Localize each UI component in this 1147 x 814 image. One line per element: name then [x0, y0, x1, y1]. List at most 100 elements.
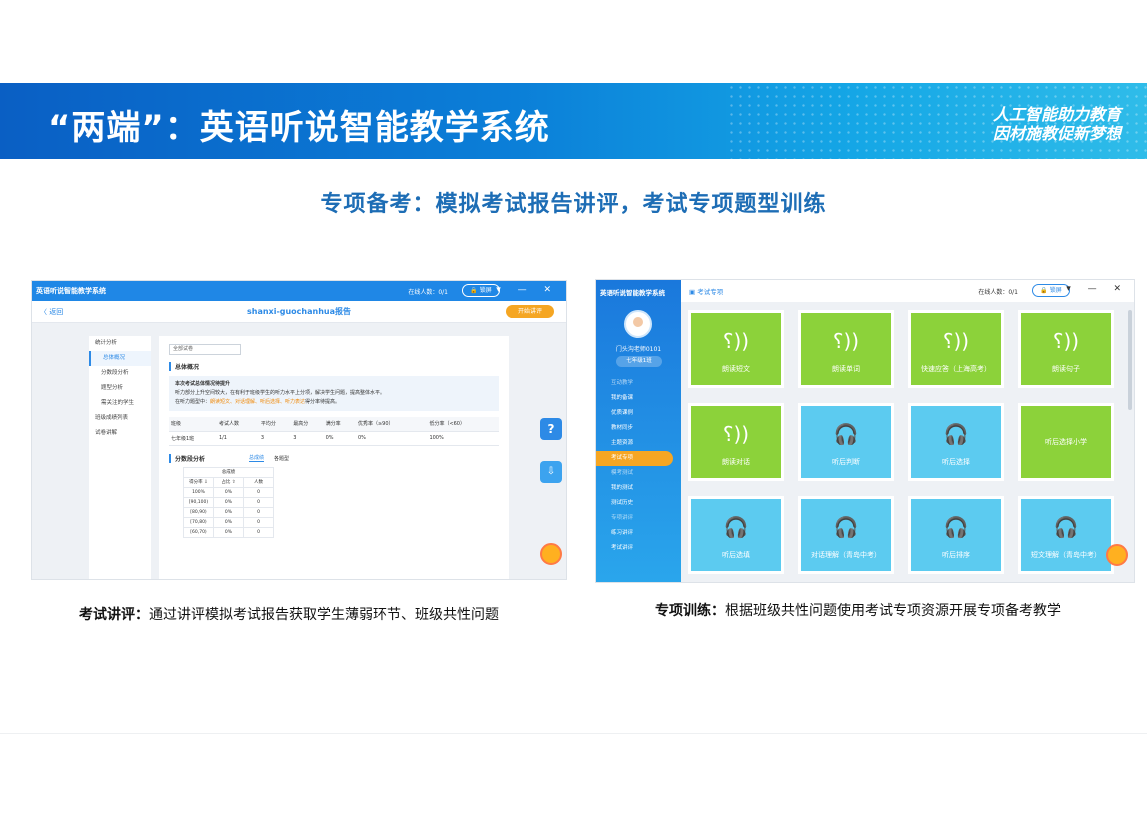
tile-label: 听后选择	[942, 458, 970, 466]
section-subtitle: 专项备考：模拟考试报告讲评，考试专项题型训练	[320, 192, 827, 217]
table-row: [80,90) 0% 0	[183, 506, 274, 518]
slogan-line-2: 因材施教促新梦想	[992, 124, 1121, 143]
lock-screen-button[interactable]: 🔒 锁屏	[1032, 284, 1070, 297]
slide-title: “两端”：英语听说智能教学系统	[48, 108, 550, 148]
app-sidebar: 英语听说智能教学系统 门头沟老师0101 七年级1班 互动教学我的备课 优质课例教…	[596, 280, 681, 582]
menu-group-label: 专项讲评	[611, 515, 634, 521]
table-header-row: 得分率 ⇩ 占比 ⇧ 人数	[183, 476, 274, 488]
exam-type-tile[interactable]: ⸮)) 朗读对话	[688, 403, 784, 481]
sidebar-item-class-scores[interactable]: 班级成绩列表	[89, 411, 151, 426]
tab-by-type[interactable]: 各题型	[274, 455, 289, 462]
start-review-button[interactable]: 开始讲评	[506, 305, 554, 318]
table-row: [70,80) 0% 0	[183, 516, 274, 528]
speak-icon: ⸮))	[832, 329, 860, 353]
table-row: [60,70) 0% 0	[183, 526, 274, 538]
title-banner: “两端”：英语听说智能教学系统 人工智能助力教育 因材施教促新梦想	[0, 83, 1147, 159]
exam-type-tile[interactable]: 🎧 对话理解（青岛中考）	[798, 496, 894, 574]
sidebar-item[interactable]: 练习讲评	[596, 526, 681, 541]
exam-type-tile[interactable]: 🎧 听后判断	[798, 403, 894, 481]
lock-screen-button[interactable]: 🔒 锁屏	[462, 284, 500, 297]
headphone-icon: 🎧	[723, 515, 749, 539]
score-band-table: 总成绩 得分率 ⇩ 占比 ⇧ 人数 100% 0% 0 [90,100) 0% 0 [80,…	[183, 466, 274, 538]
download-button[interactable]: ⇩	[540, 461, 562, 483]
sidebar-item-score-bands[interactable]: 分数段分析	[89, 366, 151, 381]
headphone-icon: 🎧	[833, 515, 859, 539]
sidebar-menu: 互动教学我的备课 优质课例 教材同步 主题资源 考试专项模考测试我的测试 测试历史专项讲评…	[596, 376, 681, 556]
sidebar-item-stats[interactable]: 统计分析	[89, 336, 151, 351]
slide: “两端”：英语听说智能教学系统 人工智能助力教育 因材施教促新梦想 专项备考：模…	[0, 0, 1147, 814]
class-selector[interactable]: 七年级1班	[616, 356, 662, 367]
exam-type-tile[interactable]: 🎧 短文理解（青岛中考）	[1018, 496, 1114, 574]
right-caption: 专项训练：根据班级共性问题使用考试专项资源开展专项备考教学	[655, 603, 1061, 619]
score-band-heading: 分数段分析	[169, 453, 205, 463]
sidebar-item-paper-review[interactable]: 试卷讲解	[89, 426, 151, 441]
exam-type-tile[interactable]: 🎧 听后选择	[908, 403, 1004, 481]
overview-line: 在听力题型中：朗读短文、对话理解、听后选择、听力表达得分率待提高。	[175, 399, 341, 405]
paper-filter-select[interactable]: 全部试卷	[169, 344, 241, 355]
menu-group-label: 模考测试	[611, 470, 634, 476]
window-controls[interactable]: ▾ — ✕	[1066, 284, 1128, 294]
online-count: 在线人数：0/1	[408, 289, 448, 296]
sidebar-item[interactable]: 我的测试	[596, 481, 681, 496]
sidebar-item[interactable]: 主题资源	[596, 436, 681, 451]
table-row: [90,100) 0% 0	[183, 496, 274, 508]
sidebar-item-question-types[interactable]: 题型分析	[89, 381, 151, 396]
sidebar-item-attention-students[interactable]: 需关注的学生	[89, 396, 151, 411]
sidebar-item-overview[interactable]: 总体概况	[89, 351, 151, 366]
tile-label: 听后排序	[942, 551, 970, 559]
exam-type-tile[interactable]: ⸮)) 朗读单词	[798, 310, 894, 388]
score-band-tabs: 分数段分析 总成绩 各题型	[169, 453, 499, 463]
stats-table: 班级 考试人数 平均分 最高分 满分率 优秀率（≥90） 低分率（<60） 七年级1班 1/1…	[169, 417, 499, 446]
tile-label: 朗读短文	[722, 365, 750, 373]
sidebar-item[interactable]: 教材同步	[596, 421, 681, 436]
tile-label: 朗读单词	[832, 365, 860, 373]
exam-type-tile[interactable]: 听后选择小学	[1018, 403, 1114, 481]
tile-label: 朗读句子	[1052, 365, 1080, 373]
slogan-line-1: 人工智能助力教育	[992, 105, 1121, 124]
sidebar-item[interactable]: 我的备课	[596, 391, 681, 406]
headphone-icon: 🎧	[1053, 515, 1079, 539]
mascot-icon[interactable]	[1106, 544, 1128, 566]
tile-label: 短文理解（青岛中考）	[1031, 551, 1101, 559]
left-caption: 考试讲评：通过讲评模拟考试报告获取学生薄弱环节、班级共性问题	[79, 607, 499, 623]
app-titlebar: 英语听说智能教学系统 在线人数：0/1 🔒 锁屏 ▾ — ✕	[32, 281, 566, 301]
speak-icon: ⸮))	[942, 329, 970, 353]
sidebar-item[interactable]: 优质课例	[596, 406, 681, 421]
exam-type-tile[interactable]: 🎧 听后选填	[688, 496, 784, 574]
speak-icon: ⸮))	[722, 329, 750, 353]
sidebar-item[interactable]: 测试历史	[596, 496, 681, 511]
teacher-name: 门头沟老师0101	[615, 346, 662, 353]
weak-items: 朗读短文、对话理解、听后选择、听力表达	[210, 399, 306, 405]
app-title: 英语听说智能教学系统	[36, 287, 106, 295]
sidebar-item[interactable]: 考试讲评	[596, 541, 681, 556]
window-controls[interactable]: ▾ — ✕	[496, 285, 558, 295]
breadcrumb: ▣ 考试专项	[689, 288, 724, 296]
mascot-icon[interactable]	[540, 543, 562, 565]
headphone-icon: 🎧	[943, 515, 969, 539]
lock-label: 锁屏	[1049, 287, 1062, 294]
app-titlebar: ▣ 考试专项 在线人数：0/1 🔒 锁屏 ▾ — ✕	[681, 280, 1134, 302]
exam-type-tile[interactable]: ⸮)) 朗读句子	[1018, 310, 1114, 388]
avatar[interactable]	[624, 310, 652, 338]
exam-type-tile[interactable]: ⸮)) 朗读短文	[688, 310, 784, 388]
help-button[interactable]: ?	[540, 418, 562, 440]
slogan: 人工智能助力教育 因材施教促新梦想	[993, 105, 1121, 143]
report-title: shanxi-guochanhua报告	[246, 307, 351, 316]
overview-box: 本次考试总体情况待提升 听力部分上升空间较大，在有利于班级学生的听力水平上分项，…	[169, 376, 499, 411]
tab-total[interactable]: 总成绩	[249, 454, 265, 462]
sidebar-item[interactable]: 考试专项	[596, 451, 673, 466]
tile-label: 对话理解（青岛中考）	[811, 551, 881, 559]
exam-type-tile[interactable]: ⸮)) 快速应答（上海高考）	[908, 310, 1004, 388]
overview-line: 听力部分上升空间较大，在有利于班级学生的听力水平上分项，解决学生问题，提高整体水…	[175, 390, 386, 396]
headphone-icon: 🎧	[833, 422, 859, 446]
menu-group-label: 互动教学	[611, 380, 634, 386]
report-main: 全部试卷 总体概况 本次考试总体情况待提升 听力部分上升空间较大，在有利于班级学…	[159, 336, 509, 579]
headphone-icon: 🎧	[943, 422, 969, 446]
table-header-row: 班级 考试人数 平均分 最高分 满分率 优秀率（≥90） 低分率（<60）	[169, 417, 499, 432]
exam-type-tile[interactable]: 🎧 听后排序	[908, 496, 1004, 574]
scrollbar[interactable]	[1128, 310, 1132, 410]
divider	[0, 733, 1147, 734]
tile-label: 快速应答（上海高考）	[921, 365, 991, 373]
app-title: 英语听说智能教学系统	[600, 289, 665, 297]
table-row: 七年级1班 1/1 3 3 0% 0% 100%	[169, 431, 499, 446]
